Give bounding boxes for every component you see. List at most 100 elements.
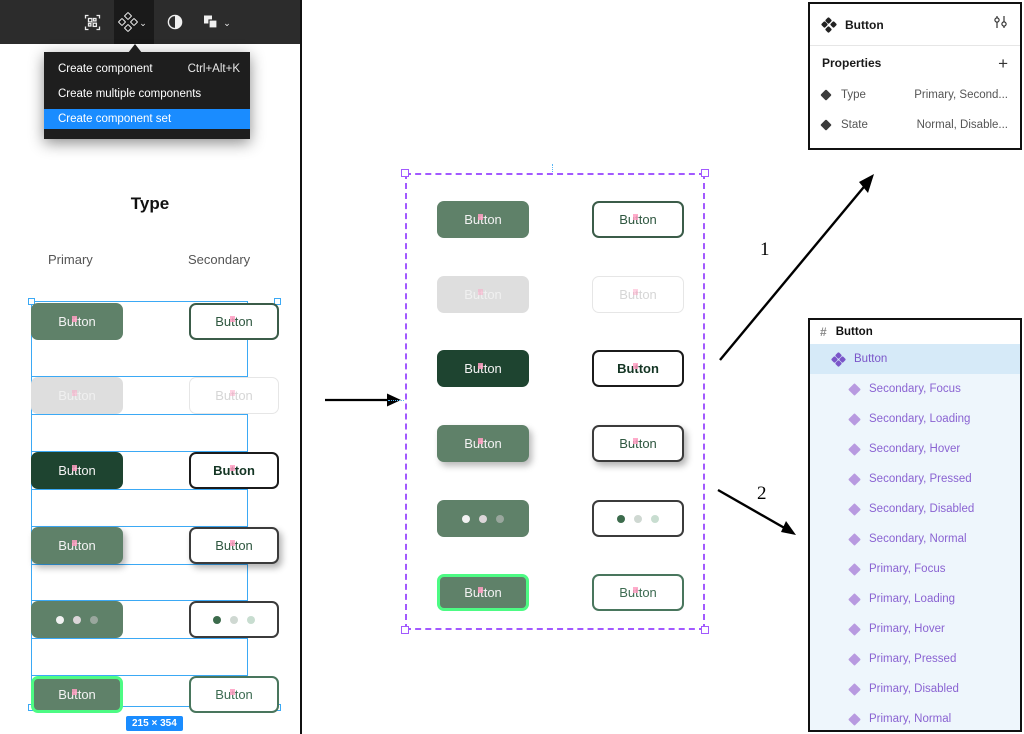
layer-label: Secondary, Hover — [869, 443, 961, 455]
annotation-number-2: 2 — [757, 483, 767, 504]
cs-button-secondary-normal[interactable]: Button — [592, 201, 684, 238]
button-secondary-focus[interactable]: Button — [189, 676, 279, 713]
button-primary-loading[interactable] — [31, 601, 123, 638]
layer-row-variant[interactable]: Primary, Focus — [810, 554, 1020, 584]
cs-button-primary-loading[interactable] — [437, 500, 529, 537]
button-label: Button — [215, 538, 253, 553]
properties-section-title: Properties — [822, 56, 882, 70]
component-set-handle-tr[interactable] — [701, 169, 709, 177]
selection-size-badge: 215 × 354 — [126, 716, 183, 731]
cs-button-primary-focus[interactable]: Button — [437, 574, 529, 611]
layer-row-variant[interactable]: Secondary, Loading — [810, 404, 1020, 434]
layer-row-variant[interactable]: Secondary, Hover — [810, 434, 1020, 464]
cs-button-primary-disabled[interactable]: Button — [437, 276, 529, 313]
layer-row-variant[interactable]: Primary, Loading — [810, 584, 1020, 614]
variant-diamond-icon — [848, 382, 861, 396]
component-glyph — [117, 11, 139, 32]
layer-row-variant[interactable]: Primary, Normal — [810, 704, 1020, 730]
button-label: Button — [617, 361, 659, 376]
button-label: Button — [619, 287, 657, 302]
button-label: Button — [58, 687, 96, 702]
button-primary-disabled[interactable]: Button — [31, 377, 123, 414]
button-secondary-disabled[interactable]: Button — [189, 377, 279, 414]
cs-button-secondary-focus[interactable]: Button — [592, 574, 684, 611]
button-primary-pressed[interactable]: Button — [31, 452, 123, 489]
button-secondary-hover[interactable]: Button — [189, 527, 279, 564]
button-secondary-normal[interactable]: Button — [189, 303, 279, 340]
properties-panel-header: Button — [810, 4, 1020, 46]
property-value: Normal, Disable... — [916, 119, 1008, 131]
component-set-handle-br[interactable] — [701, 626, 709, 634]
layer-row-variant[interactable]: Primary, Pressed — [810, 644, 1020, 674]
screenshot-root: ⌄ ⌄ Create component Ctrl+Alt+K Create m… — [0, 0, 1024, 734]
component-set-icon — [820, 16, 837, 33]
center-left-guide — [388, 400, 406, 401]
menu-item-create-multiple-components[interactable]: Create multiple components — [44, 84, 250, 104]
layer-label: Primary, Loading — [869, 593, 956, 605]
layer-label: Secondary, Normal — [869, 533, 967, 545]
mask-icon[interactable] — [160, 0, 190, 44]
selection-guide — [31, 489, 248, 490]
layer-label: Secondary, Focus — [869, 383, 961, 395]
button-secondary-pressed[interactable]: Button — [189, 452, 279, 489]
variant-diamond-icon — [848, 562, 861, 576]
cs-button-secondary-loading[interactable] — [592, 500, 684, 537]
cs-button-secondary-hover[interactable]: Button — [592, 425, 684, 462]
center-top-guide — [552, 164, 553, 172]
button-secondary-loading[interactable] — [189, 601, 279, 638]
button-label: Button — [619, 212, 657, 227]
cs-button-primary-hover[interactable]: Button — [437, 425, 529, 462]
component-set-handle-bl[interactable] — [401, 626, 409, 634]
loading-dots-icon — [617, 514, 659, 523]
cs-button-primary-pressed[interactable]: Button — [437, 350, 529, 387]
property-row-state[interactable]: State Normal, Disable... — [810, 110, 1020, 140]
layer-row-variant[interactable]: Primary, Hover — [810, 614, 1020, 644]
loading-dots-icon — [213, 615, 255, 624]
component-set-handle-tl[interactable] — [401, 169, 409, 177]
property-name: Type — [841, 89, 866, 101]
button-label: Button — [58, 388, 96, 403]
property-row-type[interactable]: Type Primary, Second... — [810, 80, 1020, 110]
layer-label: Button — [854, 353, 888, 365]
cs-button-primary-normal[interactable]: Button — [437, 201, 529, 238]
frame-region-icon[interactable] — [76, 0, 108, 44]
layer-row-component[interactable]: Button — [810, 344, 1020, 374]
button-label: Button — [464, 585, 502, 600]
button-label: Button — [464, 212, 502, 227]
layer-label: Secondary, Loading — [869, 413, 971, 425]
chevron-down-icon-bool[interactable]: ⌄ — [223, 18, 231, 28]
annotation-number-1: 1 — [760, 239, 770, 260]
create-component-icon[interactable]: ⌄ — [114, 0, 154, 44]
cs-button-secondary-disabled[interactable]: Button — [592, 276, 684, 313]
layer-row-variant[interactable]: Primary, Disabled — [810, 674, 1020, 704]
page-title: Type — [130, 194, 170, 213]
properties-section-header: Properties + — [810, 46, 1020, 80]
component-set-frame[interactable]: Button Button Button Button Button Butto… — [405, 173, 705, 630]
component-icon — [830, 351, 846, 367]
variant-diamond-icon — [820, 89, 832, 101]
menu-item-label: Create component — [58, 63, 153, 75]
column-label-primary: Primary — [48, 252, 93, 267]
layer-label: Primary, Pressed — [869, 653, 957, 665]
button-primary-hover[interactable]: Button — [31, 527, 123, 564]
button-primary-focus[interactable]: Button — [31, 676, 123, 713]
menu-item-create-component[interactable]: Create component Ctrl+Alt+K — [44, 59, 250, 79]
variant-diamond-icon — [848, 442, 861, 456]
layer-row-variant[interactable]: Secondary, Focus — [810, 374, 1020, 404]
boolean-ops-icon[interactable]: ⌄ — [196, 0, 238, 44]
menu-item-create-component-set[interactable]: Create component set — [44, 109, 250, 129]
menu-item-shortcut: Ctrl+Alt+K — [187, 63, 240, 75]
tune-icon[interactable] — [993, 15, 1008, 35]
button-primary-normal[interactable]: Button — [31, 303, 123, 340]
layer-row-variant[interactable]: Secondary, Normal — [810, 524, 1020, 554]
chevron-down-icon[interactable]: ⌄ — [139, 18, 147, 28]
layer-row-variant[interactable]: Secondary, Disabled — [810, 494, 1020, 524]
button-label: Button — [464, 436, 502, 451]
button-label: Button — [464, 361, 502, 376]
button-label: Button — [213, 463, 255, 478]
cs-button-secondary-pressed[interactable]: Button — [592, 350, 684, 387]
add-property-button[interactable]: + — [998, 55, 1008, 72]
layer-row-variant[interactable]: Secondary, Pressed — [810, 464, 1020, 494]
layer-label: Secondary, Disabled — [869, 503, 975, 515]
button-label: Button — [619, 436, 657, 451]
